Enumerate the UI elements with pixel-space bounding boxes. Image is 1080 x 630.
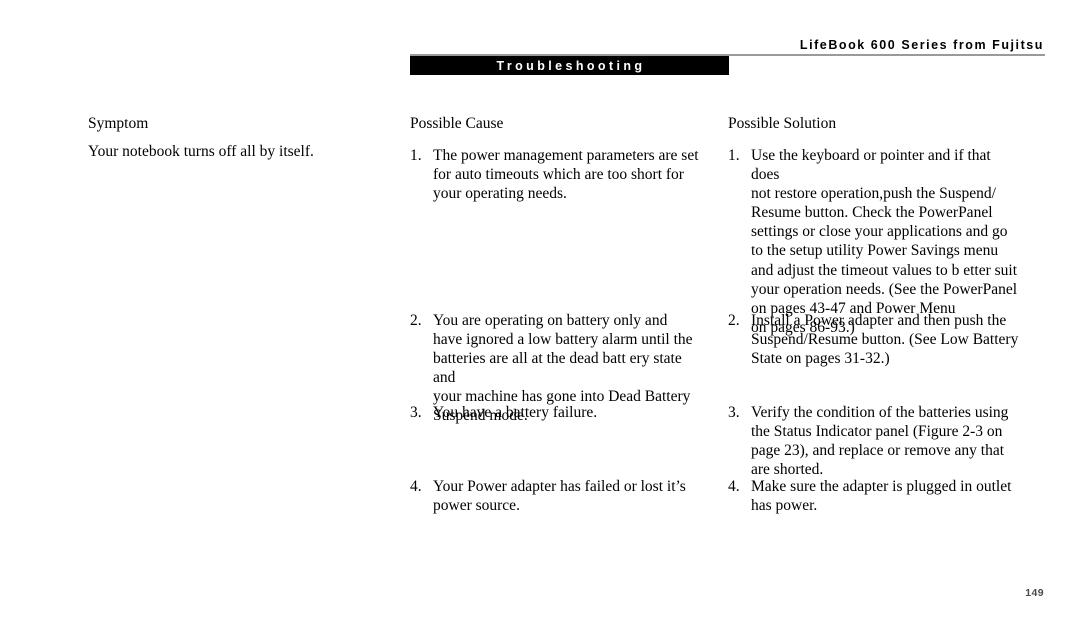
cause-item: 1. The power management parameters are s… [410,146,699,203]
cause-item-number: 2. [410,312,422,329]
symptom-column-heading: Symptom [88,115,149,132]
solution-item-number: 1. [728,147,740,164]
solution-item-text: Make sure the adapter is plugged in outl… [751,478,1012,515]
symptom-text: Your notebook turns off all by itself. [88,143,314,160]
solution-item-text: Verify the condition of the batteries us… [751,404,1009,479]
chapter-banner-label: Troubleshooting [496,58,646,73]
cause-item-text: You have a battery failure. [433,404,598,421]
page-number: 149 [1025,587,1044,599]
symptom-column: Symptom Your notebook turns off all by i… [88,114,388,161]
solution-item-number: 2. [728,312,740,329]
chapter-banner: Troubleshooting [410,56,729,75]
solution-item: 2. Install a Power adapter and then push… [728,311,1018,368]
cause-item: 3. You have a battery failure. [410,403,597,422]
solution-item: 1. Use the keyboard or pointer and if th… [728,146,1023,337]
cause-item-number: 1. [410,147,422,164]
cause-item-text: Your Power adapter has failed or lost it… [433,478,686,515]
solution-item-text: Use the keyboard or pointer and if that … [751,147,1018,336]
document-page: LifeBook 600 Series from Fujitsu Trouble… [0,0,1080,630]
solution-item-text: Install a Power adapter and then push th… [751,312,1019,368]
cause-column-heading: Possible Cause [410,115,504,132]
solution-item-number: 3. [728,404,740,421]
solution-item: 4. Make sure the adapter is plugged in o… [728,477,1011,515]
cause-item-number: 3. [410,404,422,421]
solution-item-number: 4. [728,478,740,495]
cause-column: Possible Cause 1. The power management p… [410,114,700,514]
solution-column-heading: Possible Solution [728,115,837,132]
cause-item-number: 4. [410,478,422,495]
solution-item: 3. Verify the condition of the batteries… [728,403,1008,479]
cause-item: 4. Your Power adapter has failed or lost… [410,477,686,515]
cause-item-text: The power management parameters are set … [433,147,699,203]
running-head: LifeBook 600 Series from Fujitsu [799,38,1044,52]
solution-column: Possible Solution 1. Use the keyboard or… [728,114,1023,514]
